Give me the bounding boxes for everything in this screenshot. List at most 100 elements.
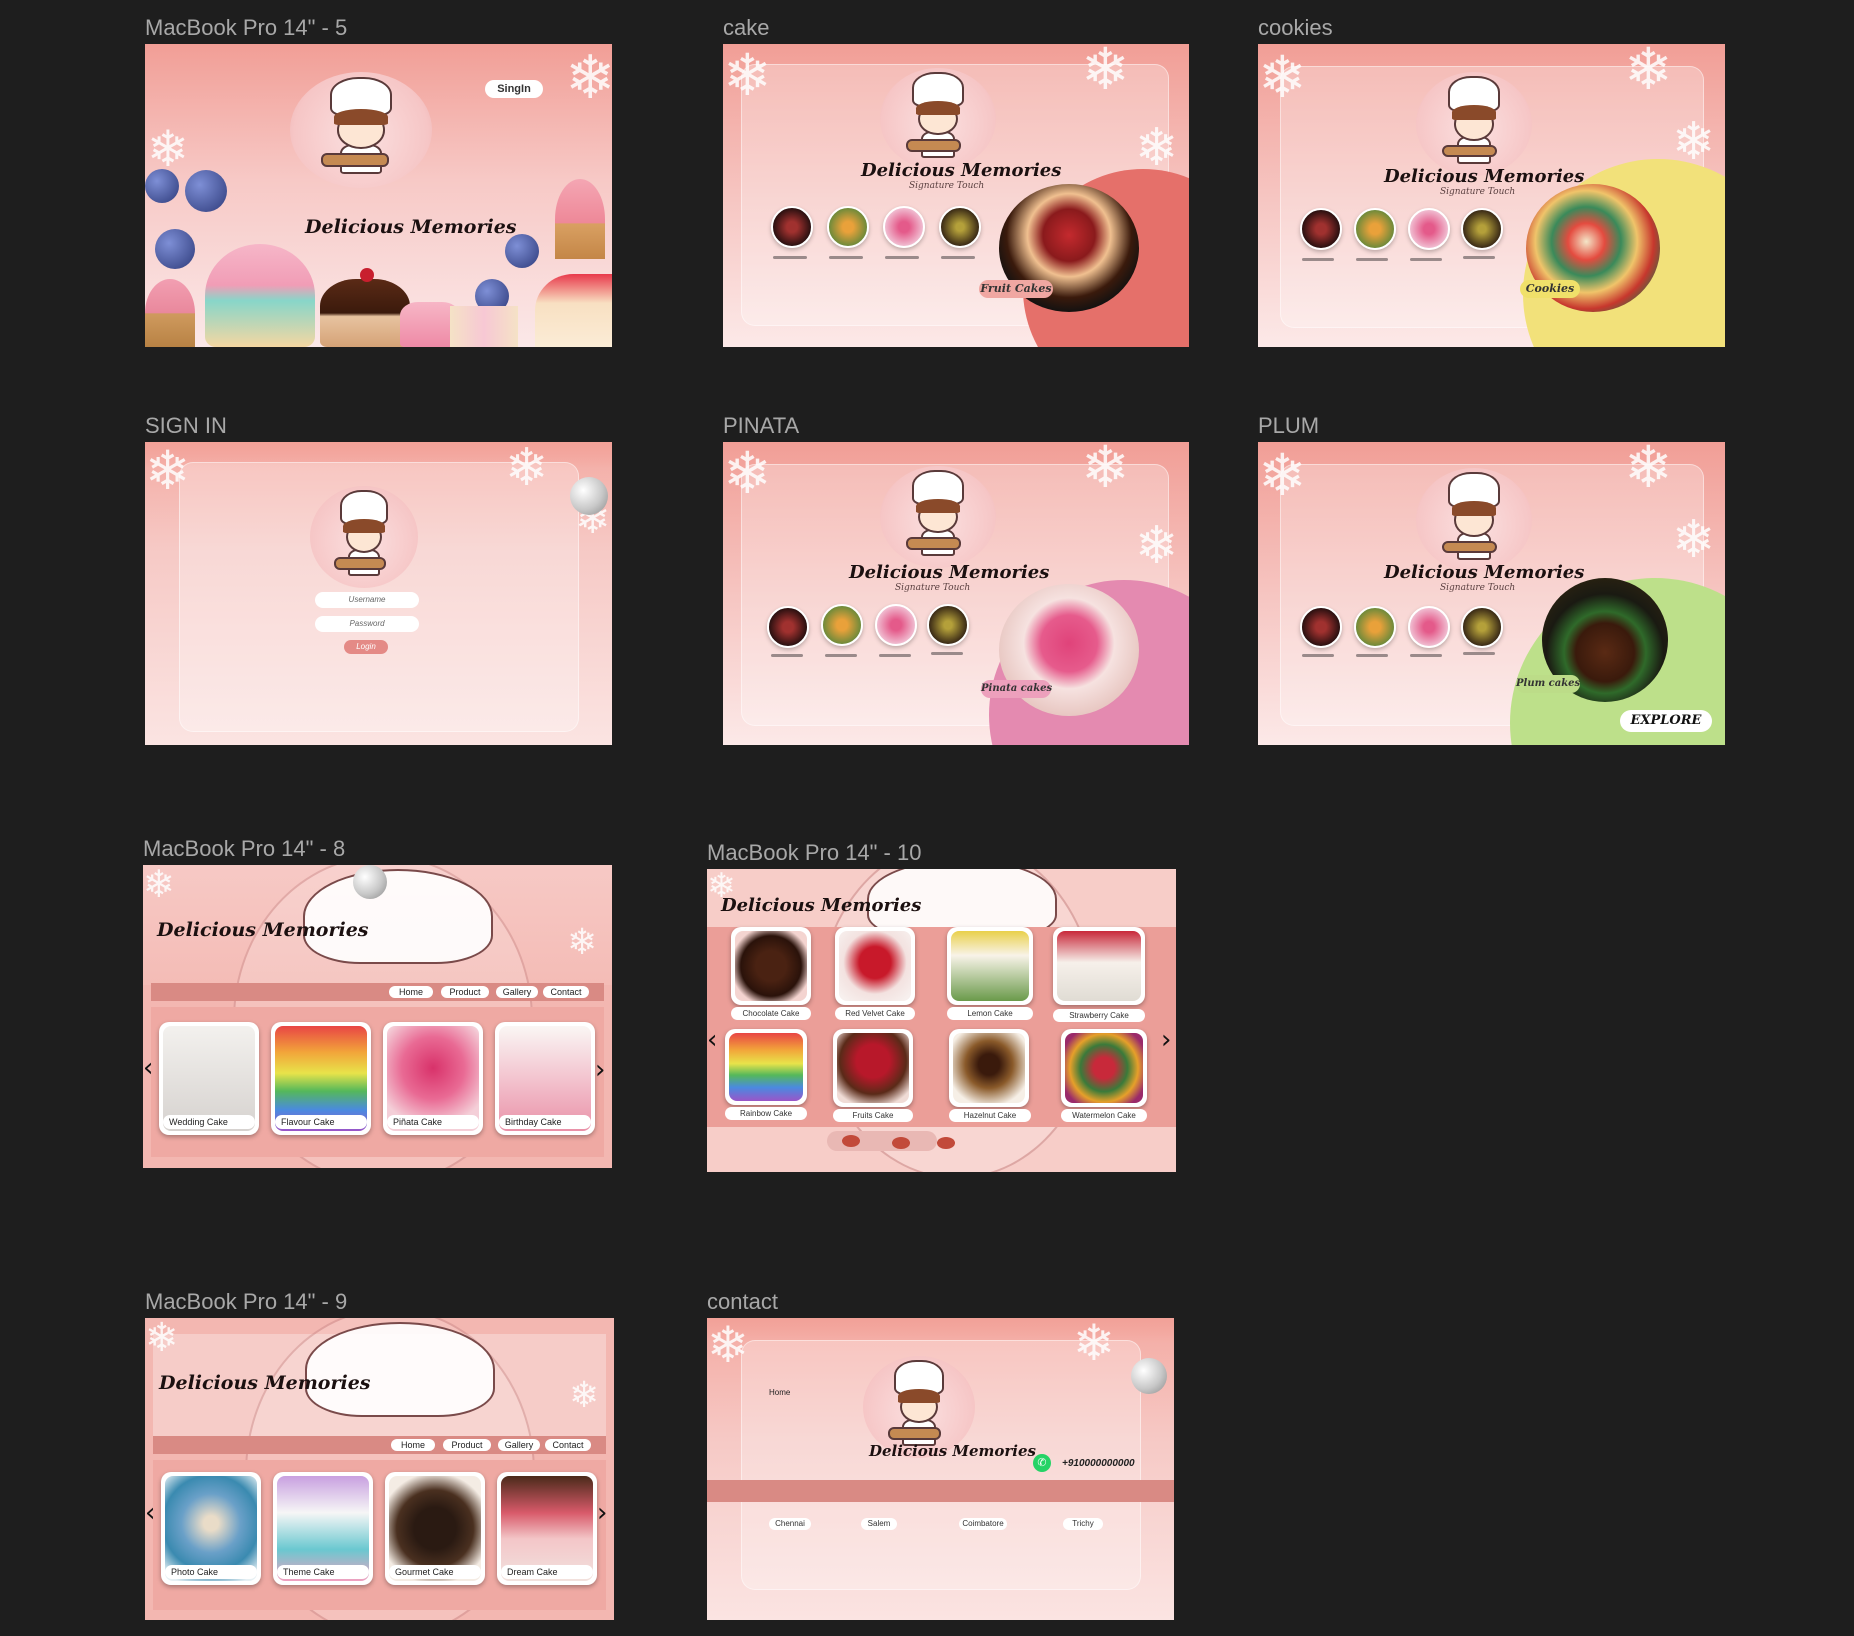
product-card[interactable]: Piñata Cake bbox=[383, 1022, 483, 1135]
gallery-card[interactable] bbox=[835, 927, 915, 1005]
frame-label: MacBook Pro 14" - 5 bbox=[145, 15, 348, 40]
chef-logo bbox=[310, 486, 418, 588]
username-field[interactable]: Username bbox=[315, 592, 419, 608]
product-thumb-cookies[interactable] bbox=[827, 206, 869, 248]
city-trichy[interactable]: Trichy bbox=[1063, 1518, 1103, 1530]
featured-product-label: Pinata cakes bbox=[981, 680, 1052, 698]
nav-product[interactable]: Product bbox=[441, 986, 489, 998]
brand-tagline: Signature Touch bbox=[1440, 187, 1516, 197]
product-card[interactable]: Wedding Cake bbox=[159, 1022, 259, 1135]
product-card-label: Gourmet Cake bbox=[389, 1565, 481, 1579]
product-thumb-pinata[interactable] bbox=[875, 604, 917, 646]
brand-title: Delicious Memories bbox=[1384, 562, 1585, 583]
product-thumb-cake[interactable] bbox=[767, 606, 809, 648]
product-card[interactable]: Photo Cake bbox=[161, 1472, 261, 1585]
gallery-card[interactable] bbox=[731, 927, 811, 1005]
nav-contact[interactable]: Contact bbox=[543, 986, 589, 998]
product-card[interactable]: Gourmet Cake bbox=[385, 1472, 485, 1585]
brand-title: Delicious Memories bbox=[721, 895, 922, 916]
ornament-icon bbox=[353, 865, 387, 899]
nav-contact[interactable]: Contact bbox=[545, 1439, 591, 1451]
gallery-card[interactable] bbox=[1061, 1029, 1147, 1107]
chef-hat-watermark bbox=[303, 869, 493, 964]
product-card[interactable]: Dream Cake bbox=[497, 1472, 597, 1585]
frame-label: PINATA bbox=[723, 413, 800, 438]
icecream-image bbox=[145, 279, 195, 347]
product-thumb-cookies[interactable] bbox=[821, 604, 863, 646]
signin-button[interactable]: SingIn bbox=[485, 80, 543, 98]
cupcakes-image bbox=[450, 306, 518, 347]
product-thumb-plum[interactable] bbox=[927, 604, 969, 646]
product-thumb-pinata[interactable] bbox=[1408, 208, 1450, 250]
product-thumb-plum[interactable] bbox=[1461, 606, 1503, 648]
snowflake-icon: ❄ bbox=[569, 1375, 600, 1416]
snowflake-icon: ❄ bbox=[1624, 442, 1673, 501]
product-thumb-cake[interactable] bbox=[771, 206, 813, 248]
product-thumb-pinata[interactable] bbox=[1408, 606, 1450, 648]
gallery-card-label: Chocolate Cake bbox=[731, 1007, 811, 1020]
product-thumb-cookies[interactable] bbox=[1354, 606, 1396, 648]
product-thumb-plum[interactable] bbox=[939, 206, 981, 248]
brand-tagline: Signature Touch bbox=[895, 583, 971, 593]
product-thumb-cookies[interactable] bbox=[1354, 208, 1396, 250]
gallery-card-label: Watermelon Cake bbox=[1061, 1109, 1147, 1122]
snowflake-icon: ❄ bbox=[723, 442, 772, 507]
ornament-icon bbox=[570, 477, 608, 515]
city-chennai[interactable]: Chennai bbox=[769, 1518, 811, 1530]
gallery-card[interactable] bbox=[949, 1029, 1029, 1107]
chevron-left-icon[interactable]: ‹ bbox=[143, 1055, 153, 1081]
city-coimbatore[interactable]: Coimbatore bbox=[959, 1518, 1007, 1530]
chevron-right-icon[interactable]: › bbox=[595, 1057, 605, 1083]
explore-button[interactable]: EXPLORE bbox=[1620, 710, 1712, 732]
gallery-card[interactable] bbox=[725, 1029, 807, 1105]
nav-gallery[interactable]: Gallery bbox=[496, 986, 538, 998]
product-thumb-pinata[interactable] bbox=[883, 206, 925, 248]
frame-label: MacBook Pro 14" - 9 bbox=[145, 1289, 348, 1314]
featured-product-label: Plum cakes bbox=[1516, 675, 1580, 693]
nav-gallery[interactable]: Gallery bbox=[498, 1439, 540, 1451]
city-salem[interactable]: Salem bbox=[861, 1518, 897, 1530]
nav-home[interactable]: Home bbox=[389, 986, 433, 998]
product-thumb-cake[interactable] bbox=[1300, 606, 1342, 648]
product-card-label: Photo Cake bbox=[165, 1565, 257, 1579]
cookie-decor bbox=[937, 1137, 955, 1149]
product-card[interactable]: Flavour Cake bbox=[271, 1022, 371, 1135]
cookie-decor bbox=[892, 1137, 910, 1149]
nav-home[interactable]: Home bbox=[391, 1439, 435, 1451]
login-button[interactable]: Login bbox=[344, 640, 388, 654]
product-thumb-plum[interactable] bbox=[1461, 208, 1503, 250]
frame-label: contact bbox=[707, 1289, 778, 1314]
snowflake-icon: ❄ bbox=[1135, 516, 1179, 576]
brand-title: Delicious Memories bbox=[869, 1442, 1036, 1460]
whatsapp-icon[interactable]: ✆ bbox=[1033, 1454, 1051, 1472]
nav-product[interactable]: Product bbox=[443, 1439, 491, 1451]
featured-product-label: Cookies bbox=[1520, 280, 1580, 298]
product-card[interactable]: Birthday Cake bbox=[495, 1022, 595, 1135]
product-card-label: Wedding Cake bbox=[163, 1115, 255, 1129]
snowflake-icon: ❄ bbox=[565, 44, 612, 113]
product-thumb-cake[interactable] bbox=[1300, 208, 1342, 250]
frame-cake: ❄ ❄ ❄ Delicious Memories Signature Touch… bbox=[723, 44, 1189, 347]
product-card[interactable]: Theme Cake bbox=[273, 1472, 373, 1585]
gallery-card[interactable] bbox=[947, 927, 1033, 1005]
frame-signin: ❄ ❄ ❄ Username Password Login bbox=[145, 442, 612, 745]
frame-products-b: ❄ ❄ Delicious Memories Home Product Gall… bbox=[145, 1318, 614, 1620]
phone-number[interactable]: +910000000000 bbox=[1062, 1458, 1135, 1469]
icecream-image bbox=[555, 179, 605, 259]
chevron-right-icon[interactable]: › bbox=[597, 1500, 607, 1526]
gallery-card[interactable] bbox=[1053, 927, 1145, 1005]
snowflake-icon: ❄ bbox=[147, 120, 189, 178]
frame-cookies: ❄ ❄ ❄ Delicious Memories Signature Touch… bbox=[1258, 44, 1725, 347]
chevron-left-icon[interactable]: ‹ bbox=[707, 1027, 717, 1053]
snowflake-icon: ❄ bbox=[145, 442, 191, 502]
snowflake-icon: ❄ bbox=[505, 442, 549, 498]
chevron-right-icon[interactable]: › bbox=[1161, 1027, 1171, 1053]
nav-home[interactable]: Home bbox=[769, 1388, 790, 1397]
snowflake-icon: ❄ bbox=[1258, 44, 1307, 111]
password-field[interactable]: Password bbox=[315, 616, 419, 632]
gallery-card[interactable] bbox=[833, 1029, 913, 1107]
snowflake-icon: ❄ bbox=[1672, 510, 1716, 570]
frame-label: cake bbox=[723, 15, 770, 40]
chevron-left-icon[interactable]: ‹ bbox=[145, 1500, 155, 1526]
snowflake-icon: ❄ bbox=[1081, 44, 1130, 103]
